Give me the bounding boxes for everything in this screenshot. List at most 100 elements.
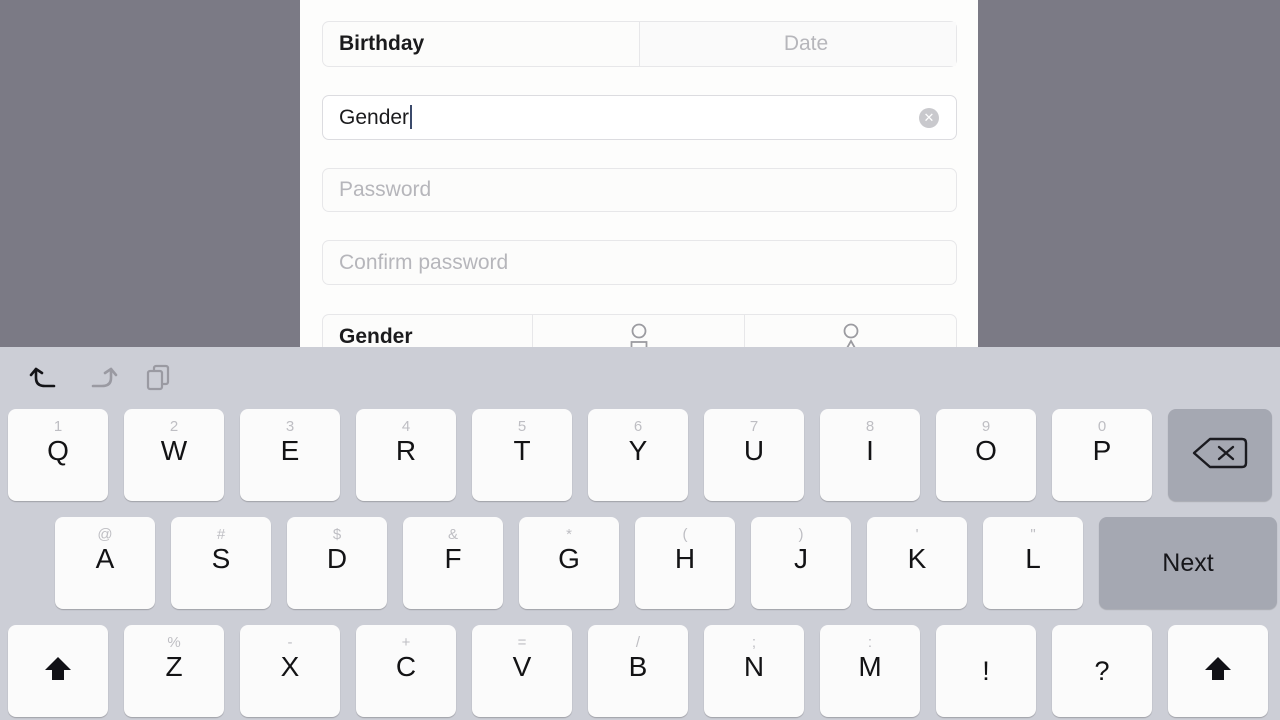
clear-circle-icon[interactable]: ✕: [919, 107, 939, 128]
key-f[interactable]: & F: [403, 517, 503, 609]
key-?[interactable]: ?: [1052, 625, 1152, 717]
birthday-date-placeholder: Date: [783, 32, 829, 55]
birthday-date-cell[interactable]: Date: [640, 22, 956, 66]
gender-option-male[interactable]: [533, 315, 744, 347]
key-label: C: [395, 651, 417, 682]
key-p[interactable]: 0P: [1052, 409, 1152, 501]
key-label: K: [907, 543, 927, 574]
key-label: G: [558, 543, 580, 574]
registration-form-panel: Birthday Date Gender ✕ Password Confirm …: [300, 0, 978, 347]
gender-input-value-wrap: Gender: [323, 105, 413, 130]
gender-select-label-cell: Gender: [323, 315, 533, 347]
key-z[interactable]: % Z: [124, 625, 224, 717]
key-b[interactable]: / B: [588, 625, 688, 717]
key-l[interactable]: " L: [983, 517, 1083, 609]
key-label: Q: [47, 435, 69, 466]
key-label: W: [160, 435, 188, 466]
shift-icon: [45, 656, 71, 680]
key-label: S: [211, 543, 231, 574]
gender-option-female[interactable]: [744, 315, 956, 347]
key-o[interactable]: 9O: [936, 409, 1036, 501]
key-label: B: [628, 651, 648, 682]
key-hint: 6: [633, 418, 643, 435]
shift-icon: [1205, 656, 1231, 680]
backspace-icon: [1192, 437, 1248, 468]
gender-select-row[interactable]: Gender: [322, 314, 957, 347]
key-hint: =: [517, 634, 527, 651]
key-hint: 1: [53, 418, 63, 435]
key-c[interactable]: + C: [356, 625, 456, 717]
redo-icon[interactable]: [85, 361, 119, 395]
key-label: R: [395, 435, 417, 466]
key-label: Z: [165, 651, 183, 682]
gender-input-value: Gender: [339, 106, 410, 129]
key-label: M: [858, 651, 882, 682]
birthday-field-row[interactable]: Birthday Date: [322, 21, 957, 67]
key-label: A: [95, 543, 115, 574]
key-s[interactable]: # S: [171, 517, 271, 609]
key-hint: 3: [285, 418, 295, 435]
birthday-label: Birthday: [339, 32, 425, 55]
key-g[interactable]: * G: [519, 517, 619, 609]
key-x[interactable]: -X: [240, 625, 340, 717]
key-y[interactable]: 6Y: [588, 409, 688, 501]
text-caret: [410, 105, 413, 129]
key-hint: :: [867, 634, 873, 651]
key-label: I: [866, 435, 874, 466]
key-label: X: [280, 651, 300, 682]
backspace-key[interactable]: [1168, 409, 1272, 501]
key-hint: 4: [401, 418, 411, 435]
key-w[interactable]: 2W: [124, 409, 224, 501]
key-label: L: [1025, 543, 1041, 574]
password-placeholder: Password: [339, 178, 432, 201]
key-label: N: [743, 651, 765, 682]
key-label: P: [1092, 435, 1112, 466]
shift-key[interactable]: [1168, 625, 1268, 717]
key-label: T: [513, 435, 531, 466]
shift-icon: [38, 649, 78, 694]
confirm-password-field[interactable]: Confirm password: [322, 240, 957, 285]
key-hint: 9: [981, 418, 991, 435]
key-hint: ': [915, 526, 919, 543]
paste-icon[interactable]: [143, 361, 177, 395]
password-field[interactable]: Password: [322, 168, 957, 212]
key-hint: -: [287, 634, 293, 651]
key-label: V: [512, 651, 532, 682]
key-![interactable]: !: [936, 625, 1036, 717]
key-i[interactable]: 8I: [820, 409, 920, 501]
key-d[interactable]: $ D: [287, 517, 387, 609]
key-label: !: [982, 656, 990, 686]
key-q[interactable]: 1Q: [8, 409, 108, 501]
key-a[interactable]: @ A: [55, 517, 155, 609]
key-hint: ;: [751, 634, 757, 651]
key-j[interactable]: ) J: [751, 517, 851, 609]
undo-icon[interactable]: [28, 361, 62, 395]
key-label: F: [444, 543, 462, 574]
key-v[interactable]: = V: [472, 625, 572, 717]
key-hint: %: [167, 634, 181, 651]
key-hint: ": [1030, 526, 1036, 543]
key-r[interactable]: 4R: [356, 409, 456, 501]
key-t[interactable]: 5T: [472, 409, 572, 501]
key-label: H: [674, 543, 696, 574]
confirm-password-placeholder: Confirm password: [339, 250, 509, 274]
key-hint: 7: [749, 418, 759, 435]
key-label: E: [280, 435, 300, 466]
key-e[interactable]: 3E: [240, 409, 340, 501]
key-u[interactable]: 7U: [704, 409, 804, 501]
shift-key[interactable]: [8, 625, 108, 717]
key-label: U: [743, 435, 765, 466]
key-k[interactable]: ' K: [867, 517, 967, 609]
birthday-label-cell[interactable]: Birthday: [323, 22, 640, 66]
key-hint: *: [566, 526, 572, 543]
key-m[interactable]: :M: [820, 625, 920, 717]
female-person-icon: [843, 323, 858, 347]
key-label: O: [975, 435, 997, 466]
key-h[interactable]: (H: [635, 517, 735, 609]
key-hint: @: [97, 526, 113, 543]
next-key[interactable]: Next: [1099, 517, 1277, 609]
key-n[interactable]: ; N: [704, 625, 804, 717]
gender-text-input[interactable]: Gender ✕: [322, 95, 957, 140]
key-hint: $: [332, 526, 342, 543]
key-hint: /: [635, 634, 641, 651]
